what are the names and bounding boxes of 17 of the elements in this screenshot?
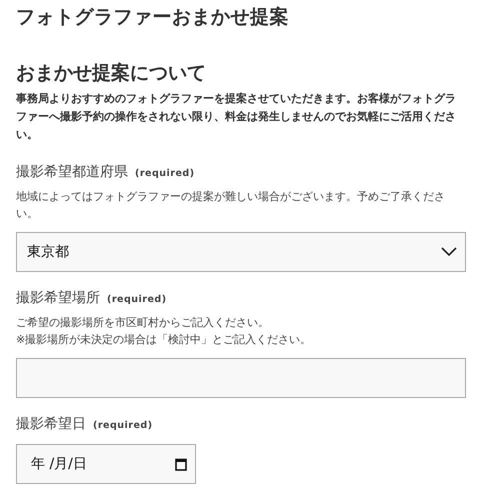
section-description: 事務局よりおすすめのフォトグラファーを提案させていただきます。お客様がフォトグラファーへ撮影予約の操作をされない限り、料金は発生しませんのでお気軽にご活用ください。 bbox=[16, 91, 456, 143]
required-note: (required) bbox=[107, 294, 167, 305]
prefecture-select[interactable]: 東京都 bbox=[16, 232, 466, 272]
required-note: (required) bbox=[93, 420, 153, 431]
field-label: 撮影希望場所 bbox=[16, 289, 100, 308]
help-text: ご希望の撮影場所を市区町村からご記入ください。 bbox=[16, 315, 270, 331]
chevron-down-icon bbox=[441, 247, 457, 257]
help-text: ※撮影場所が未決定の場合は「検討中」とご記入ください。 bbox=[16, 332, 312, 348]
field-label: 撮影希望日 bbox=[16, 415, 86, 434]
required-note: (required) bbox=[135, 168, 195, 179]
location-input[interactable] bbox=[16, 358, 466, 398]
calendar-icon[interactable] bbox=[175, 458, 187, 470]
help-text: 地域によってはフォトグラファーの提案が難しい場合がございます。予めご了承ください。 bbox=[16, 189, 446, 222]
date-input[interactable]: 年 /月/日 bbox=[16, 444, 196, 484]
field-label: 撮影希望都道府県 bbox=[16, 163, 128, 182]
page-title: フォトグラファーおまかせ提案 bbox=[16, 5, 290, 30]
section-heading: おまかせ提案について bbox=[16, 61, 207, 86]
